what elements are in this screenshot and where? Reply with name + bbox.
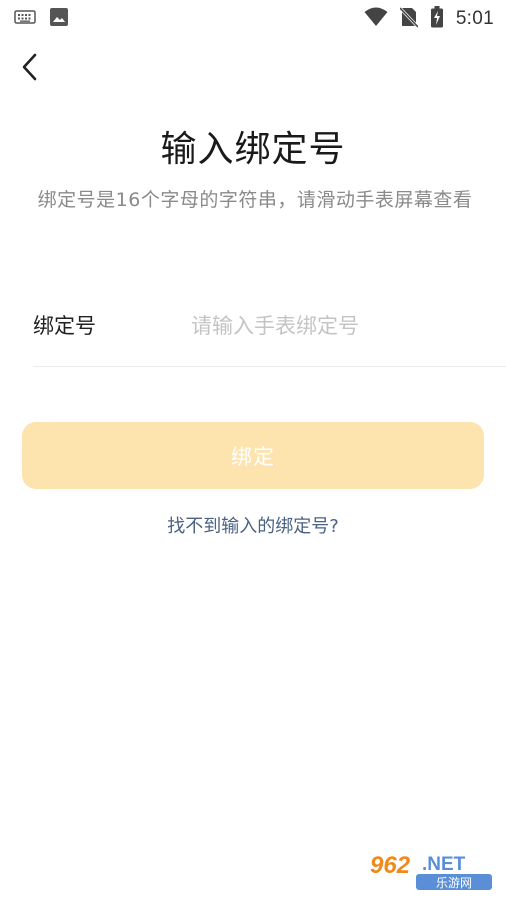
bind-number-field-row: 绑定号	[33, 298, 506, 367]
cannot-find-bind-number-link[interactable]: 找不到输入的绑定号?	[0, 512, 506, 542]
bind-number-input[interactable]	[191, 308, 491, 344]
watermark-logo: 962 .NET 乐游网	[364, 848, 496, 892]
image-icon	[50, 8, 68, 30]
status-bar: 5:01	[0, 0, 506, 34]
watermark-text-bottom: 乐游网	[436, 876, 472, 890]
page-subtitle: 绑定号是16个字母的字符串，请滑动手表屏幕查看	[37, 189, 473, 211]
wifi-icon	[364, 7, 388, 31]
status-bar-left	[14, 8, 68, 30]
watermark-text-top: 962	[370, 852, 411, 879]
status-bar-right: 5:01	[364, 6, 494, 32]
bind-number-label: 绑定号	[33, 314, 96, 338]
keyboard-icon	[14, 9, 36, 29]
svg-text:.NET: .NET	[422, 854, 466, 875]
no-sim-icon	[398, 6, 419, 32]
battery-icon	[430, 6, 444, 32]
bind-button[interactable]: 绑定	[22, 422, 484, 489]
status-time: 5:01	[455, 8, 494, 29]
back-button[interactable]	[14, 52, 44, 86]
page-title: 输入绑定号	[160, 129, 346, 170]
chevron-left-icon	[20, 53, 38, 85]
